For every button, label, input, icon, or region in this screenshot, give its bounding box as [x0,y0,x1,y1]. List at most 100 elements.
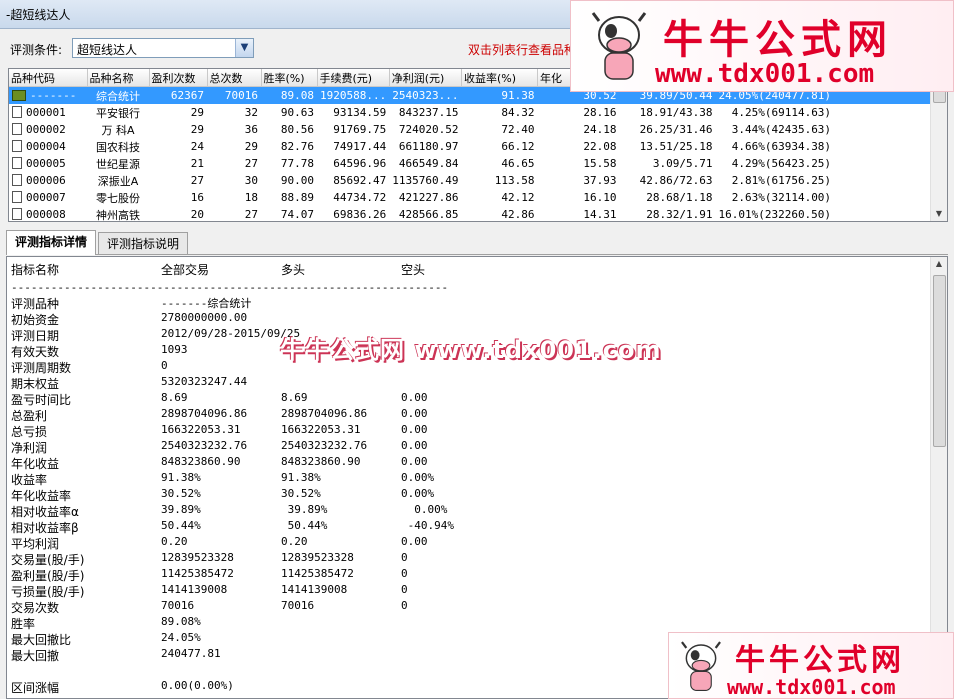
detail-cell: 评测品种 [11,297,60,311]
table-cell-total: 32 [244,106,258,119]
cow-mascot-icon [591,12,647,80]
table-cell-total: 29 [244,140,258,153]
table-cell-x: 42.86/72.63 [639,174,713,187]
detail-cell: 最大回撤 [11,649,60,663]
detail-cell: 0 [401,551,408,564]
table-cell-ann: 24.18 [583,123,617,136]
table-cell-y: 4.66%(63934.38) [731,140,832,153]
code-text: 000005 [26,157,66,170]
brand-name: 牛牛公式网 [735,643,905,678]
table-cell-name: 万 科A [101,123,135,137]
table-cell-win: 24 [190,140,204,153]
detail-cell: 评测周期数 [11,361,72,375]
detail-cell: 50.44% [161,519,201,532]
col-header[interactable]: 收益率(%) [461,69,538,87]
table-cell-empty [834,206,934,221]
table-cell-ret: 42.12 [501,191,535,204]
table-cell-profit: 1135760.49 [392,174,459,187]
code-text: ------- [30,89,77,102]
detail-cell: 最大回撤比 [11,633,72,647]
detail-cell: 相对收益率α [11,505,79,519]
detail-cell: 2540323232.76 [281,439,368,452]
tab-explain[interactable]: 评测指标说明 [98,232,189,254]
table-cell-code: 000005 [9,155,87,172]
code-text: 000004 [26,140,66,153]
watermark-text: 牛牛公式网 www.tdx001.com [280,336,662,364]
table-cell-name: 综合统计 [87,86,149,104]
detail-cell: 亏损量(股/手) [11,585,85,599]
table-cell-rate: 90.00 [280,174,314,187]
detail-cell: 有效天数 [11,345,60,359]
table-cell-fee: 69836.26 [333,208,387,221]
table-cell-fee: 85692.47 [333,174,387,187]
table-cell-ret: 46.65 [501,157,535,170]
condition-select[interactable]: 超短线达人 ▼ [72,38,254,58]
scroll-up-icon[interactable]: ▲ [931,257,947,271]
table-cell-code: 000008 [9,206,87,221]
scroll-down-icon[interactable]: ▼ [931,207,947,221]
table-cell-x: 26.25/31.46 [639,123,713,136]
table-cell-win: 29 [190,123,204,136]
table-cell-x: 3.09/5.71 [652,157,713,170]
cow-mascot-icon [681,641,721,692]
detail-cell: 1414139008 [281,583,348,596]
col-header[interactable]: 手续费(元) [317,69,390,87]
table-row[interactable]: 000001 平安银行 29 32 90.63 93134.59 843237.15 84.3… [9,104,934,121]
tab-detail[interactable]: 评测指标详情 [6,230,97,255]
table-cell-empty [834,138,934,155]
detail-cell: 交易量(股/手) [11,553,85,567]
col-header[interactable]: 总次数 [207,69,262,87]
table-row[interactable]: 000007 零七股份 16 18 88.89 44734.72 421227.86 42.1… [9,189,934,206]
detail-cell: 166322053.31 [161,423,241,436]
detail-cell: 期末权益 [11,377,60,391]
table-cell-fee: 44734.72 [333,191,387,204]
table-cell-fee: 64596.96 [333,157,387,170]
detail-cell: 2780000000.00 [161,311,248,324]
detail-cell: 8.69 [281,391,308,404]
brand-banner-bottom: 牛牛公式网 www.tdx001.com [668,632,954,699]
brand-banner-top: 牛牛公式网 www.tdx001.com [570,0,954,92]
chevron-down-icon[interactable]: ▼ [235,39,253,57]
table-cell-ret: 66.12 [501,140,535,153]
detail-cell: 39.89% [161,503,201,516]
detail-cell: 年化收益 [11,457,60,471]
col-header[interactable]: 盈利次数 [149,69,208,87]
table-cell-code: 000004 [9,138,87,155]
col-header[interactable]: 胜率(%) [261,69,318,87]
detail-header-short: 空头 [401,263,426,277]
code-text: 000007 [26,191,66,204]
detail-cell: 24.05% [161,631,201,644]
detail-cell: 70016 [161,599,195,612]
detail-cell: 848323860.90 [281,455,361,468]
detail-cell: 0.00% [401,487,435,500]
detail-cell: 0 [401,599,408,612]
col-header[interactable]: 净利润(元) [389,69,462,87]
table-cell-total: 27 [244,157,258,170]
detail-header-long: 多头 [281,263,306,277]
table-row[interactable]: 000006 深振业A 27 30 90.00 85692.47 1135760.49 113… [9,172,934,189]
table-cell-profit: 661180.97 [398,140,459,153]
col-header[interactable]: 品种代码 [9,69,88,87]
table-cell-fee: 1920588... [317,86,390,104]
detail-cell: 0.00 [401,407,428,420]
detail-cell: 0.00 [401,423,428,436]
table-row[interactable]: 000004 国农科技 24 29 82.76 74917.44 661180.97 66.1… [9,138,934,155]
detail-cell: 0 [401,567,408,580]
scroll-thumb[interactable] [933,275,946,447]
list-hint: 双击列表行查看品种 [468,43,577,57]
table-cell-ret: 72.40 [501,123,535,136]
detail-cell: 1414139008 [161,583,228,596]
detail-cell: 1093 [161,343,188,356]
table-cell-profit: 2540323... [389,86,462,104]
detail-cell: 区间涨幅 [11,681,60,695]
table-cell-win: 21 [190,157,204,170]
table-row[interactable]: 000002 万 科A 29 36 80.56 91769.75 724020.52 72.4… [9,121,934,138]
condition-value: 超短线达人 [77,43,138,57]
table-row[interactable]: 000005 世纪星源 21 27 77.78 64596.96 466549.84 46.6… [9,155,934,172]
detail-cell: 89.08% [161,615,201,628]
document-icon [12,174,22,186]
col-header[interactable]: 品种名称 [87,69,150,87]
document-icon [12,191,22,203]
table-row[interactable]: 000008 神州高铁 20 27 74.07 69836.26 428566.85 42.8… [9,206,934,221]
table-cell-rate: 82.76 [280,140,314,153]
